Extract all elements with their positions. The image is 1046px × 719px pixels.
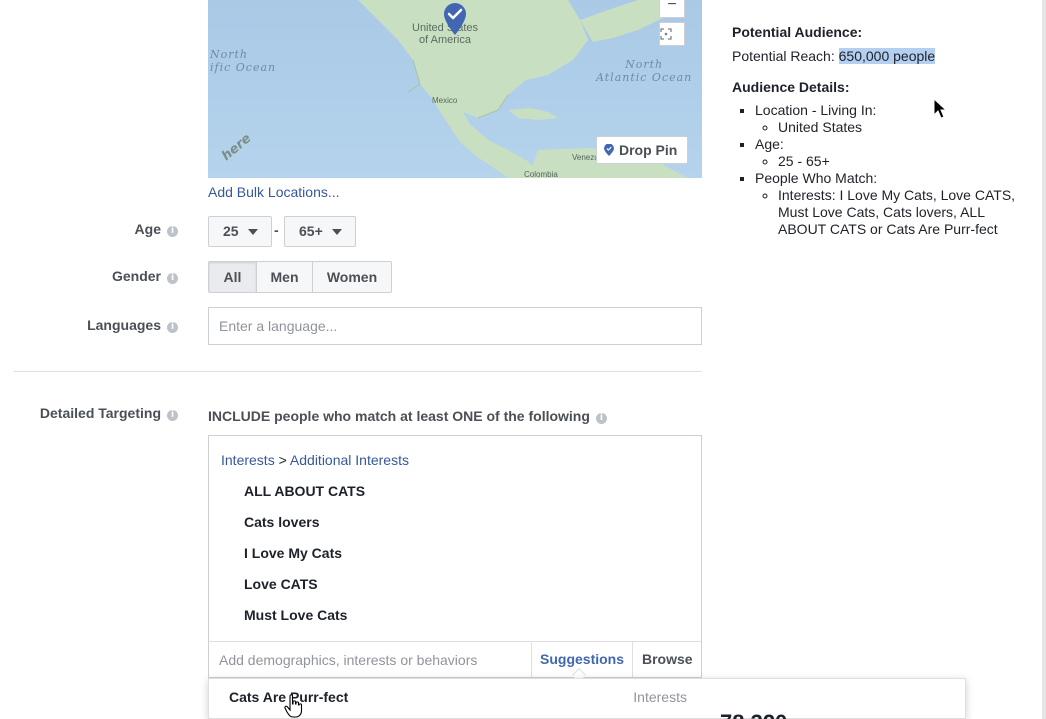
age-max-value: 65+ <box>299 223 323 239</box>
gender-women-button[interactable]: Women <box>312 261 392 293</box>
age-min-value: 25 <box>223 223 239 239</box>
browse-tab[interactable]: Browse <box>632 642 703 677</box>
info-icon[interactable]: i <box>167 226 178 237</box>
gender-all-button[interactable]: All <box>208 261 257 293</box>
interest-item[interactable]: Love CATS <box>244 576 318 592</box>
drop-pin-label: Drop Pin <box>619 142 678 158</box>
suggestion-category: Interests <box>633 689 687 705</box>
country-label-mexico: Mexico <box>432 96 458 105</box>
age-label: Age i <box>135 221 178 237</box>
info-icon[interactable]: i <box>167 322 178 333</box>
detail-location-value: United States <box>778 119 1032 136</box>
detail-age: Age: 25 - 65+ <box>755 136 1032 170</box>
targeting-search-row: Suggestions Browse <box>209 641 703 683</box>
detailed-targeting-box: Interests > Additional Interests ALL ABO… <box>208 435 703 683</box>
ocean-label-atlantic-line1: North <box>625 58 664 71</box>
languages-label: Languages i <box>87 317 178 333</box>
info-icon[interactable]: i <box>167 273 178 284</box>
mouse-pointer-icon <box>933 98 947 119</box>
location-map[interactable]: North ific Ocean North Atlantic Ocean Un… <box>208 0 702 178</box>
ocean-label-atlantic-line2: Atlantic Ocean <box>596 71 693 84</box>
detail-location: Location - Living In: United States <box>755 102 1032 136</box>
potential-reach-label: Potential Reach: <box>732 48 835 64</box>
audience-details-list: Location - Living In: United States Age:… <box>755 102 1032 238</box>
detail-match-value: Interests: I Love My Cats, Love CATS, Mu… <box>778 187 1032 238</box>
ocean-label-atlantic: North Atlantic Ocean <box>596 58 692 84</box>
audience-summary: Potential Audience: Potential Reach: 650… <box>732 24 1032 238</box>
hand-pointer-icon <box>284 694 303 718</box>
audience-details-title: Audience Details: <box>732 79 850 95</box>
targeting-search-input[interactable] <box>209 642 529 677</box>
crumb-additional-interests-link[interactable]: Additional Interests <box>290 452 409 468</box>
page-scrollbar[interactable] <box>1042 0 1046 719</box>
ocean-label-pacific-line1: North <box>210 48 249 61</box>
include-instruction: INCLUDE people who match at least ONE of… <box>208 408 607 424</box>
suggestions-dropdown: Cats Are Purr-fect Interests <box>208 678 966 719</box>
caret-down-icon <box>332 229 342 235</box>
detailed-targeting-label: Detailed Targeting i <box>40 405 178 421</box>
detail-location-label: Location - Living In: <box>755 102 877 118</box>
language-input[interactable] <box>208 307 702 345</box>
potential-reach-value: 650,000 people <box>838 48 936 64</box>
potential-audience-title: Potential Audience: <box>732 24 863 40</box>
detail-age-label: Age: <box>755 136 784 152</box>
detail-match: People Who Match: Interests: I Love My C… <box>755 170 1032 238</box>
ocean-label-pacific: North ific Ocean <box>210 48 276 74</box>
crumb-interests-link[interactable]: Interests <box>221 452 275 468</box>
age-label-text: Age <box>134 221 161 237</box>
info-icon[interactable]: i <box>167 410 178 421</box>
gender-label-text: Gender <box>111 268 161 284</box>
interest-item[interactable]: I Love My Cats <box>244 545 342 561</box>
detail-match-label: People Who Match: <box>755 170 878 186</box>
fullscreen-button[interactable] <box>659 22 685 46</box>
ocean-label-pacific-line2: ific Ocean <box>210 61 277 74</box>
interest-item[interactable]: ALL ABOUT CATS <box>244 483 365 499</box>
crumb-separator: > <box>278 452 287 468</box>
pin-icon <box>604 144 614 156</box>
info-icon[interactable]: i <box>595 413 607 424</box>
drop-pin-button[interactable]: Drop Pin <box>596 136 688 164</box>
languages-label-text: Languages <box>87 317 161 333</box>
gender-label: Gender i <box>112 268 178 284</box>
section-divider <box>14 371 702 372</box>
caret-down-icon <box>248 229 258 235</box>
location-pin-icon[interactable] <box>442 2 468 36</box>
fullscreen-icon <box>660 28 672 40</box>
age-max-dropdown[interactable]: 65+ <box>284 216 356 247</box>
gender-men-button[interactable]: Men <box>256 261 313 293</box>
suggestion-size: 78,320 <box>720 710 787 719</box>
interest-item[interactable]: Must Love Cats <box>244 607 347 623</box>
country-label-colombia: Colombia <box>524 170 558 178</box>
zoom-out-button[interactable]: − <box>659 0 685 18</box>
detail-age-value: 25 - 65+ <box>778 153 1032 170</box>
include-text: INCLUDE people who match at least ONE of… <box>208 408 590 424</box>
potential-reach: Potential Reach: 650,000 people <box>732 48 1032 65</box>
detailed-targeting-label-text: Detailed Targeting <box>39 405 161 421</box>
interest-breadcrumb: Interests > Additional Interests <box>221 452 409 468</box>
age-min-dropdown[interactable]: 25 <box>208 216 272 247</box>
interest-item[interactable]: Cats lovers <box>244 514 319 530</box>
age-separator: - <box>274 222 279 238</box>
add-bulk-locations-link[interactable]: Add Bulk Locations... <box>208 184 340 200</box>
